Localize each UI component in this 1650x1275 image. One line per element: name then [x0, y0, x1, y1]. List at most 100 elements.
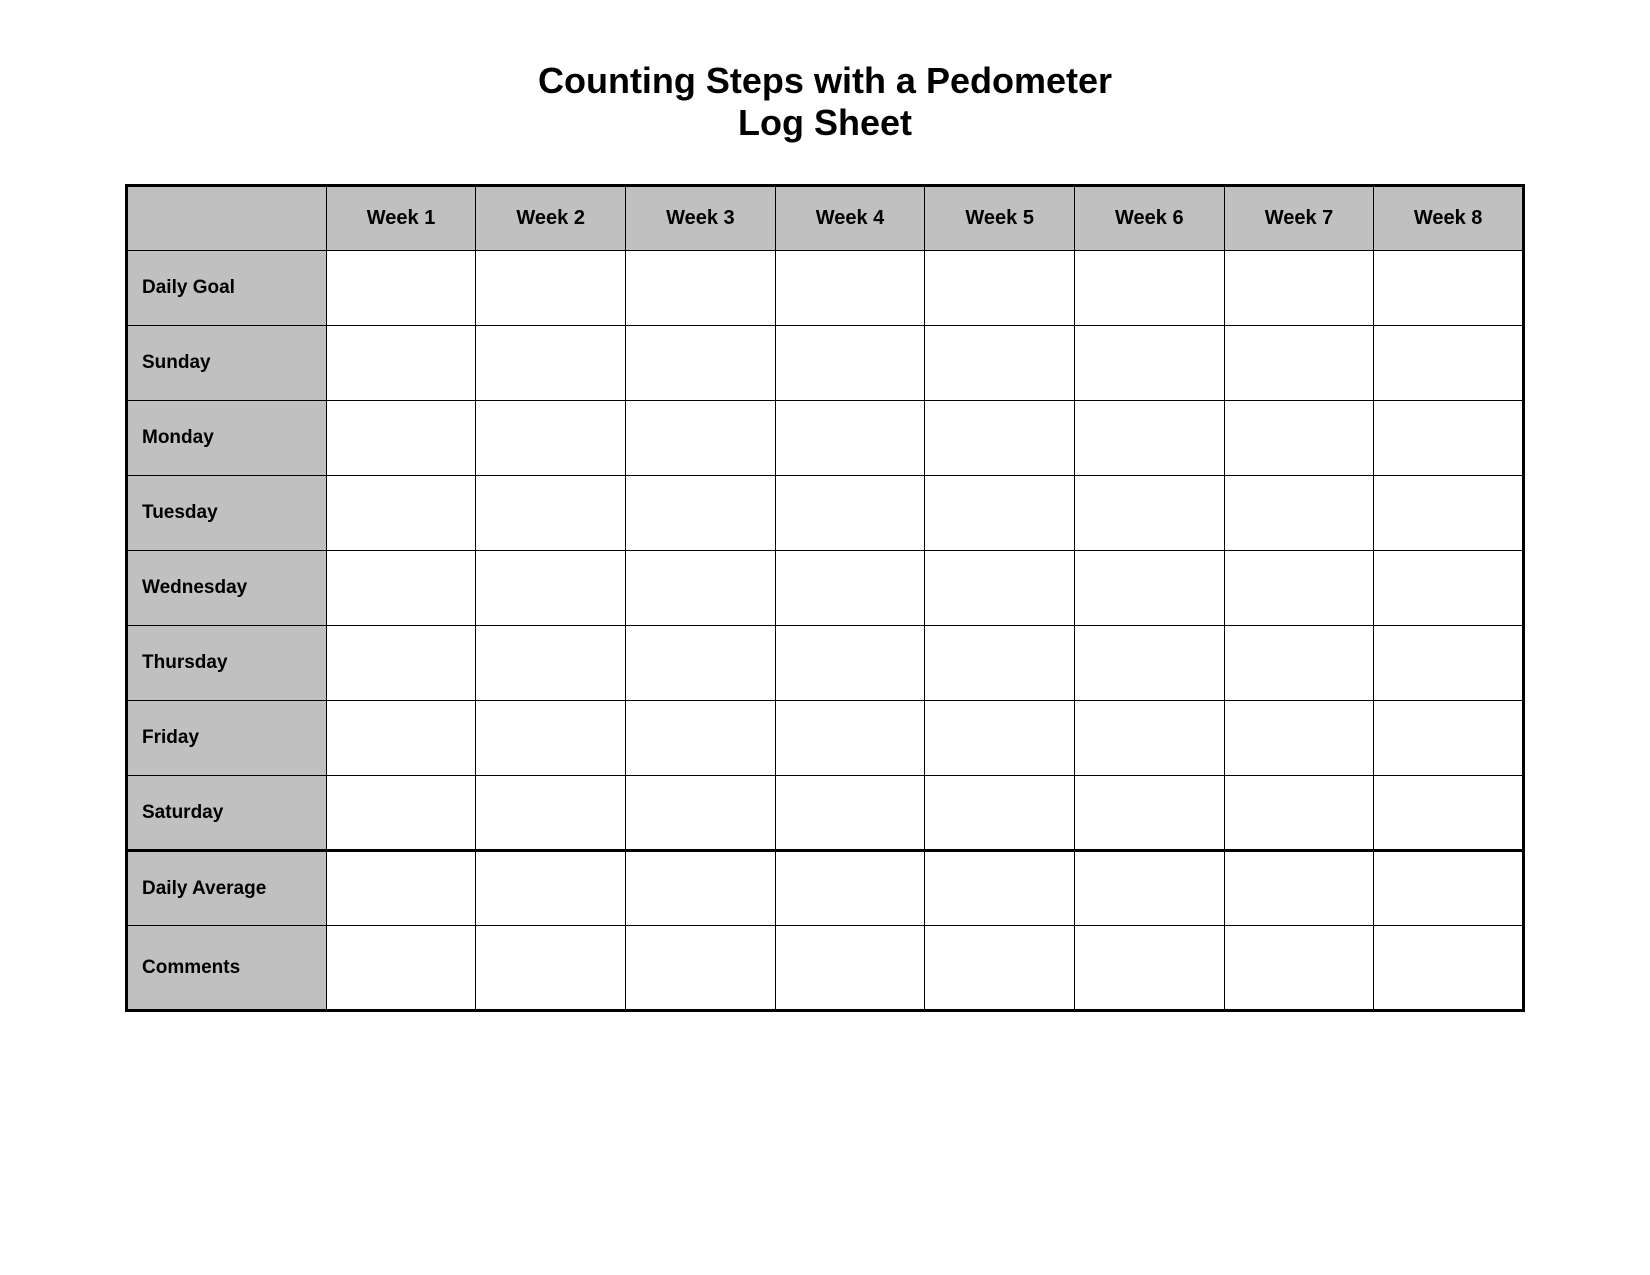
- cell-daily-goal-w4[interactable]: [775, 251, 925, 326]
- cell-sunday-w1[interactable]: [326, 326, 476, 401]
- cell-monday-w4[interactable]: [775, 401, 925, 476]
- cell-comments-w8[interactable]: [1374, 926, 1524, 1011]
- cell-saturday-w2[interactable]: [476, 776, 626, 851]
- cell-daily-average-w3[interactable]: [626, 851, 776, 926]
- cell-saturday-w1[interactable]: [326, 776, 476, 851]
- cell-thursday-w2[interactable]: [476, 626, 626, 701]
- cell-tuesday-w2[interactable]: [476, 476, 626, 551]
- cell-tuesday-w6[interactable]: [1075, 476, 1225, 551]
- cell-friday-w6[interactable]: [1075, 701, 1225, 776]
- cell-saturday-w4[interactable]: [775, 776, 925, 851]
- cell-tuesday-w5[interactable]: [925, 476, 1075, 551]
- cell-daily-goal-w3[interactable]: [626, 251, 776, 326]
- cell-sunday-w5[interactable]: [925, 326, 1075, 401]
- cell-daily-goal-w6[interactable]: [1075, 251, 1225, 326]
- label-tuesday: Tuesday: [127, 476, 327, 551]
- cell-monday-w7[interactable]: [1224, 401, 1374, 476]
- cell-comments-w1[interactable]: [326, 926, 476, 1011]
- cell-thursday-w7[interactable]: [1224, 626, 1374, 701]
- cell-saturday-w8[interactable]: [1374, 776, 1524, 851]
- label-daily-average: Daily Average: [127, 851, 327, 926]
- cell-friday-w7[interactable]: [1224, 701, 1374, 776]
- cell-daily-average-w5[interactable]: [925, 851, 1075, 926]
- header-week-8: Week 8: [1374, 186, 1524, 251]
- cell-tuesday-w4[interactable]: [775, 476, 925, 551]
- cell-friday-w4[interactable]: [775, 701, 925, 776]
- cell-daily-average-w4[interactable]: [775, 851, 925, 926]
- row-daily-average: Daily Average: [127, 851, 1524, 926]
- cell-monday-w8[interactable]: [1374, 401, 1524, 476]
- header-week-5: Week 5: [925, 186, 1075, 251]
- cell-wednesday-w4[interactable]: [775, 551, 925, 626]
- cell-wednesday-w5[interactable]: [925, 551, 1075, 626]
- cell-daily-goal-w5[interactable]: [925, 251, 1075, 326]
- cell-wednesday-w3[interactable]: [626, 551, 776, 626]
- page-title: Counting Steps with a Pedometer Log Shee…: [538, 60, 1112, 144]
- cell-friday-w5[interactable]: [925, 701, 1075, 776]
- header-week-3: Week 3: [626, 186, 776, 251]
- row-saturday: Saturday: [127, 776, 1524, 851]
- cell-tuesday-w3[interactable]: [626, 476, 776, 551]
- log-table: Week 1 Week 2 Week 3 Week 4 Week 5 Week …: [125, 184, 1525, 1012]
- cell-comments-w7[interactable]: [1224, 926, 1374, 1011]
- label-thursday: Thursday: [127, 626, 327, 701]
- cell-friday-w1[interactable]: [326, 701, 476, 776]
- cell-thursday-w5[interactable]: [925, 626, 1075, 701]
- cell-sunday-w7[interactable]: [1224, 326, 1374, 401]
- cell-saturday-w6[interactable]: [1075, 776, 1225, 851]
- cell-monday-w3[interactable]: [626, 401, 776, 476]
- cell-saturday-w7[interactable]: [1224, 776, 1374, 851]
- cell-wednesday-w8[interactable]: [1374, 551, 1524, 626]
- cell-monday-w2[interactable]: [476, 401, 626, 476]
- cell-sunday-w8[interactable]: [1374, 326, 1524, 401]
- row-thursday: Thursday: [127, 626, 1524, 701]
- cell-daily-average-w1[interactable]: [326, 851, 476, 926]
- cell-wednesday-w6[interactable]: [1075, 551, 1225, 626]
- cell-comments-w4[interactable]: [775, 926, 925, 1011]
- cell-monday-w6[interactable]: [1075, 401, 1225, 476]
- cell-sunday-w2[interactable]: [476, 326, 626, 401]
- cell-comments-w5[interactable]: [925, 926, 1075, 1011]
- cell-daily-average-w7[interactable]: [1224, 851, 1374, 926]
- cell-thursday-w4[interactable]: [775, 626, 925, 701]
- cell-sunday-w4[interactable]: [775, 326, 925, 401]
- cell-daily-average-w8[interactable]: [1374, 851, 1524, 926]
- label-friday: Friday: [127, 701, 327, 776]
- cell-sunday-w3[interactable]: [626, 326, 776, 401]
- cell-thursday-w8[interactable]: [1374, 626, 1524, 701]
- row-wednesday: Wednesday: [127, 551, 1524, 626]
- cell-comments-w2[interactable]: [476, 926, 626, 1011]
- cell-friday-w2[interactable]: [476, 701, 626, 776]
- cell-comments-w6[interactable]: [1075, 926, 1225, 1011]
- header-week-4: Week 4: [775, 186, 925, 251]
- cell-wednesday-w1[interactable]: [326, 551, 476, 626]
- cell-thursday-w3[interactable]: [626, 626, 776, 701]
- header-week-7: Week 7: [1224, 186, 1374, 251]
- header-week-1: Week 1: [326, 186, 476, 251]
- cell-daily-average-w6[interactable]: [1075, 851, 1225, 926]
- cell-daily-goal-w7[interactable]: [1224, 251, 1374, 326]
- cell-comments-w3[interactable]: [626, 926, 776, 1011]
- cell-tuesday-w1[interactable]: [326, 476, 476, 551]
- cell-sunday-w6[interactable]: [1075, 326, 1225, 401]
- cell-wednesday-w7[interactable]: [1224, 551, 1374, 626]
- cell-daily-goal-w1[interactable]: [326, 251, 476, 326]
- cell-wednesday-w2[interactable]: [476, 551, 626, 626]
- cell-monday-w5[interactable]: [925, 401, 1075, 476]
- row-tuesday: Tuesday: [127, 476, 1524, 551]
- cell-saturday-w5[interactable]: [925, 776, 1075, 851]
- cell-friday-w8[interactable]: [1374, 701, 1524, 776]
- row-monday: Monday: [127, 401, 1524, 476]
- cell-saturday-w3[interactable]: [626, 776, 776, 851]
- cell-friday-w3[interactable]: [626, 701, 776, 776]
- cell-thursday-w1[interactable]: [326, 626, 476, 701]
- cell-daily-goal-w2[interactable]: [476, 251, 626, 326]
- header-row: Week 1 Week 2 Week 3 Week 4 Week 5 Week …: [127, 186, 1524, 251]
- cell-daily-goal-w8[interactable]: [1374, 251, 1524, 326]
- row-daily-goal: Daily Goal: [127, 251, 1524, 326]
- cell-monday-w1[interactable]: [326, 401, 476, 476]
- cell-tuesday-w7[interactable]: [1224, 476, 1374, 551]
- cell-thursday-w6[interactable]: [1075, 626, 1225, 701]
- cell-daily-average-w2[interactable]: [476, 851, 626, 926]
- cell-tuesday-w8[interactable]: [1374, 476, 1524, 551]
